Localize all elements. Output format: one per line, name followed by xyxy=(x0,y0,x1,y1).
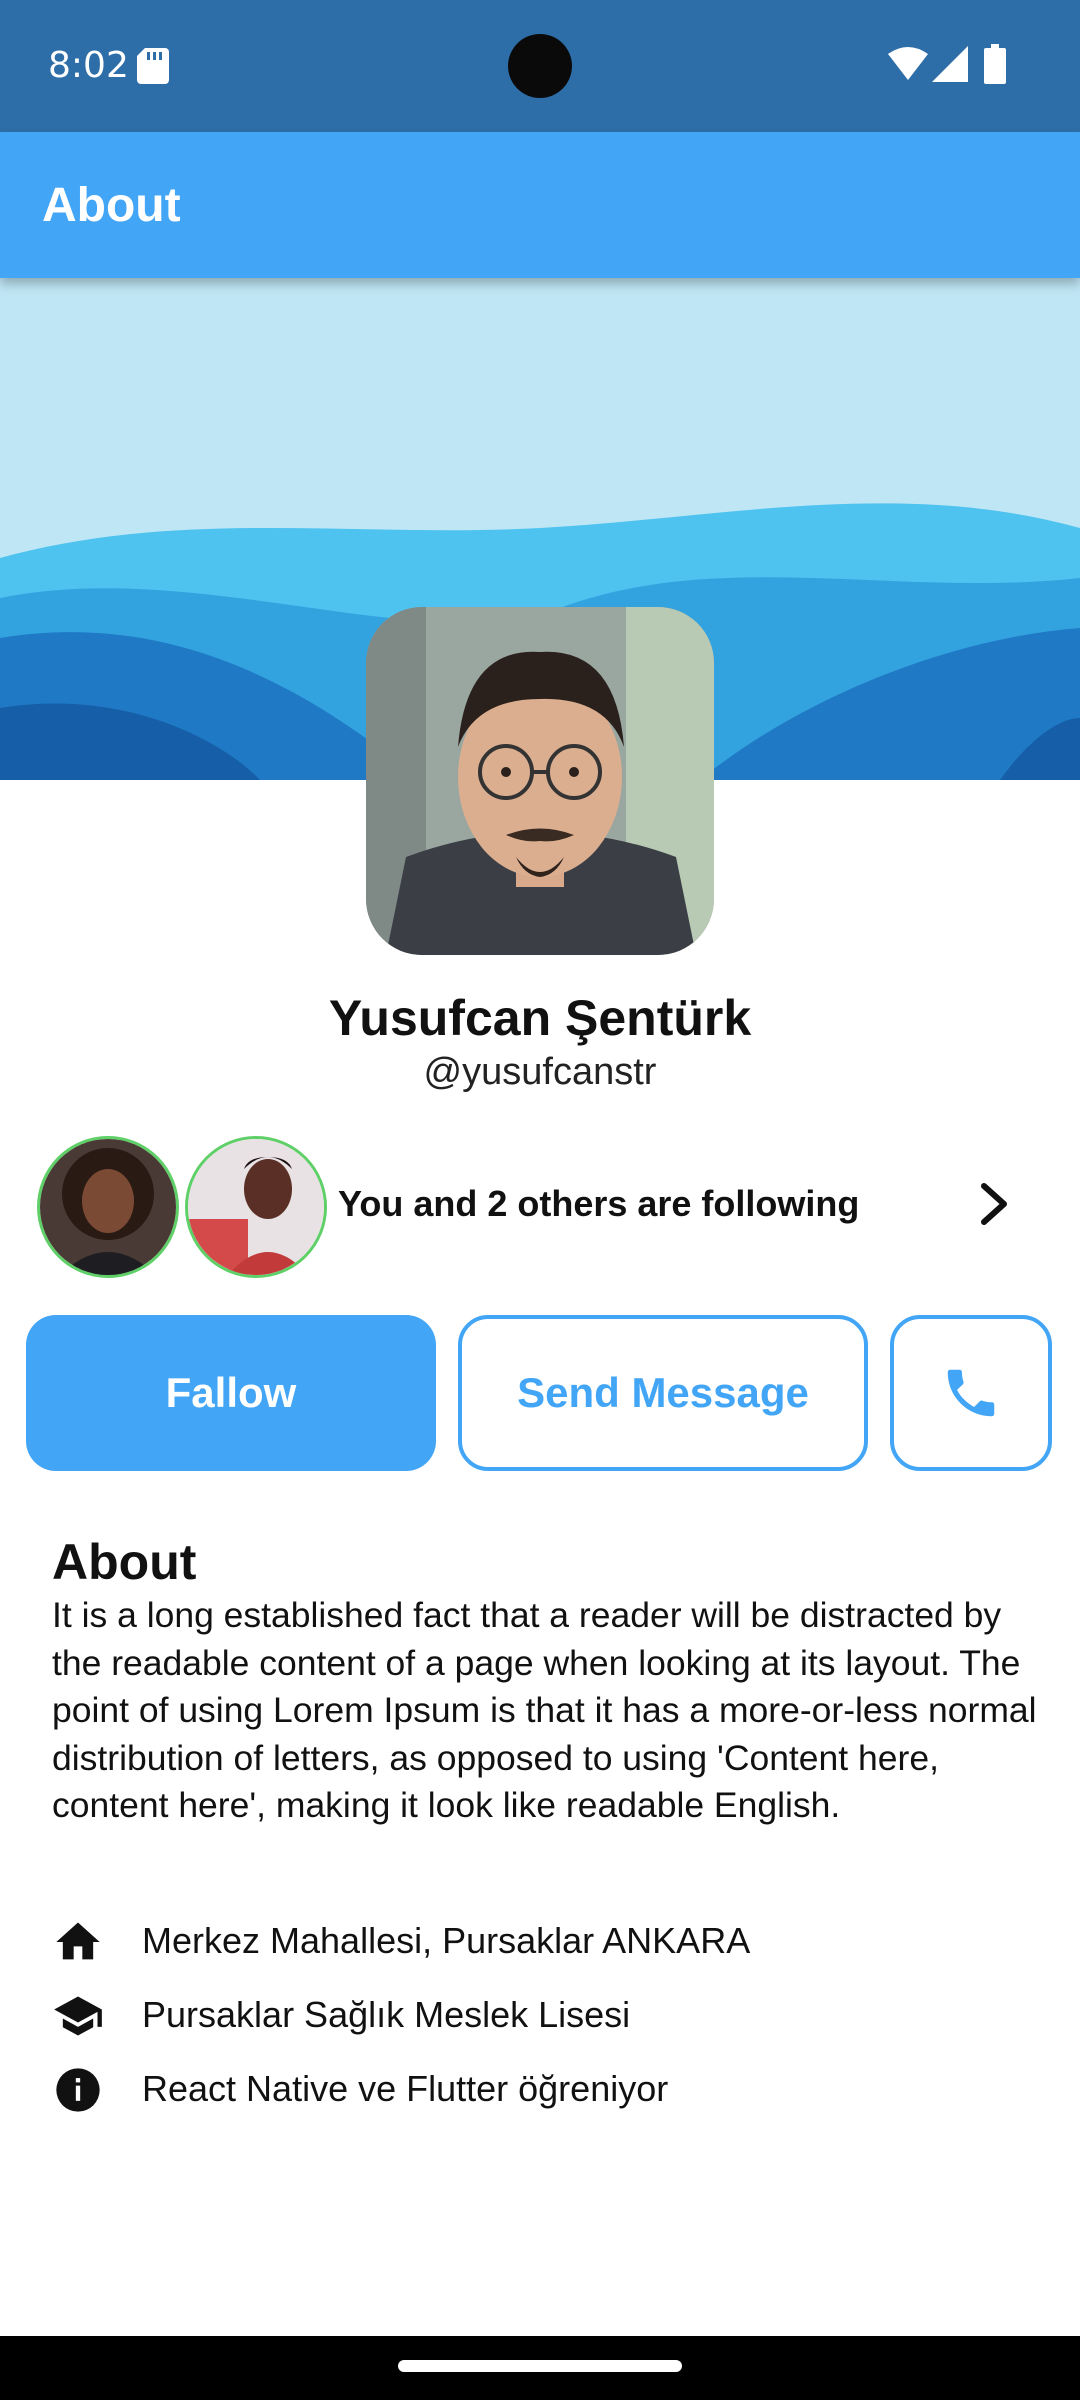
profile-handle: @yusufcanstr xyxy=(423,1051,657,1093)
info-row-learning: React Native ve Flutter öğreniyor xyxy=(52,2060,1032,2120)
chevron-right-icon[interactable] xyxy=(972,1182,1016,1226)
info-text-learning: React Native ve Flutter öğreniyor xyxy=(142,2068,669,2109)
profile-name: Yusufcan Şentürk xyxy=(328,990,752,1046)
follow-button[interactable]: Fallow xyxy=(26,1315,436,1471)
about-heading: About xyxy=(52,1534,197,1590)
follower-avatar-2 xyxy=(185,1136,327,1278)
signal-icon xyxy=(932,46,968,82)
gesture-handle[interactable] xyxy=(398,2360,682,2372)
navigation-bar xyxy=(0,2336,1080,2400)
info-text-address: Merkez Mahallesi, Pursaklar ANKARA xyxy=(142,1920,751,1961)
about-body: It is a long established fact that a rea… xyxy=(52,1595,1037,1825)
profile-avatar xyxy=(366,607,714,955)
follower-avatar-1 xyxy=(37,1136,179,1278)
screen: 8:02 About Yusufcan Şentürk @yusufcanstr… xyxy=(0,0,1080,2400)
home-icon xyxy=(56,1922,100,1960)
battery-icon xyxy=(984,44,1006,84)
camera-cutout xyxy=(508,34,572,98)
call-button[interactable] xyxy=(890,1315,1052,1471)
send-message-button[interactable]: Send Message xyxy=(458,1315,868,1471)
app-bar: About xyxy=(0,132,1080,278)
page-title: About xyxy=(42,179,181,232)
wifi-icon xyxy=(888,47,928,80)
sd-card-icon xyxy=(137,48,169,84)
info-row-school: Pursaklar Sağlık Meslek Lisesi xyxy=(52,1986,1032,2046)
status-time: 8:02 xyxy=(48,45,129,86)
followers-row[interactable]: You and 2 others are following xyxy=(0,1130,1080,1290)
school-icon xyxy=(54,1996,102,2036)
phone-icon xyxy=(947,1369,995,1417)
info-text-school: Pursaklar Sağlık Meslek Lisesi xyxy=(142,1994,631,2035)
info-icon xyxy=(56,2068,100,2112)
info-row-address: Merkez Mahallesi, Pursaklar ANKARA xyxy=(52,1912,1032,1972)
followers-text: You and 2 others are following xyxy=(338,1183,860,1224)
status-bar: 8:02 xyxy=(0,0,1080,132)
